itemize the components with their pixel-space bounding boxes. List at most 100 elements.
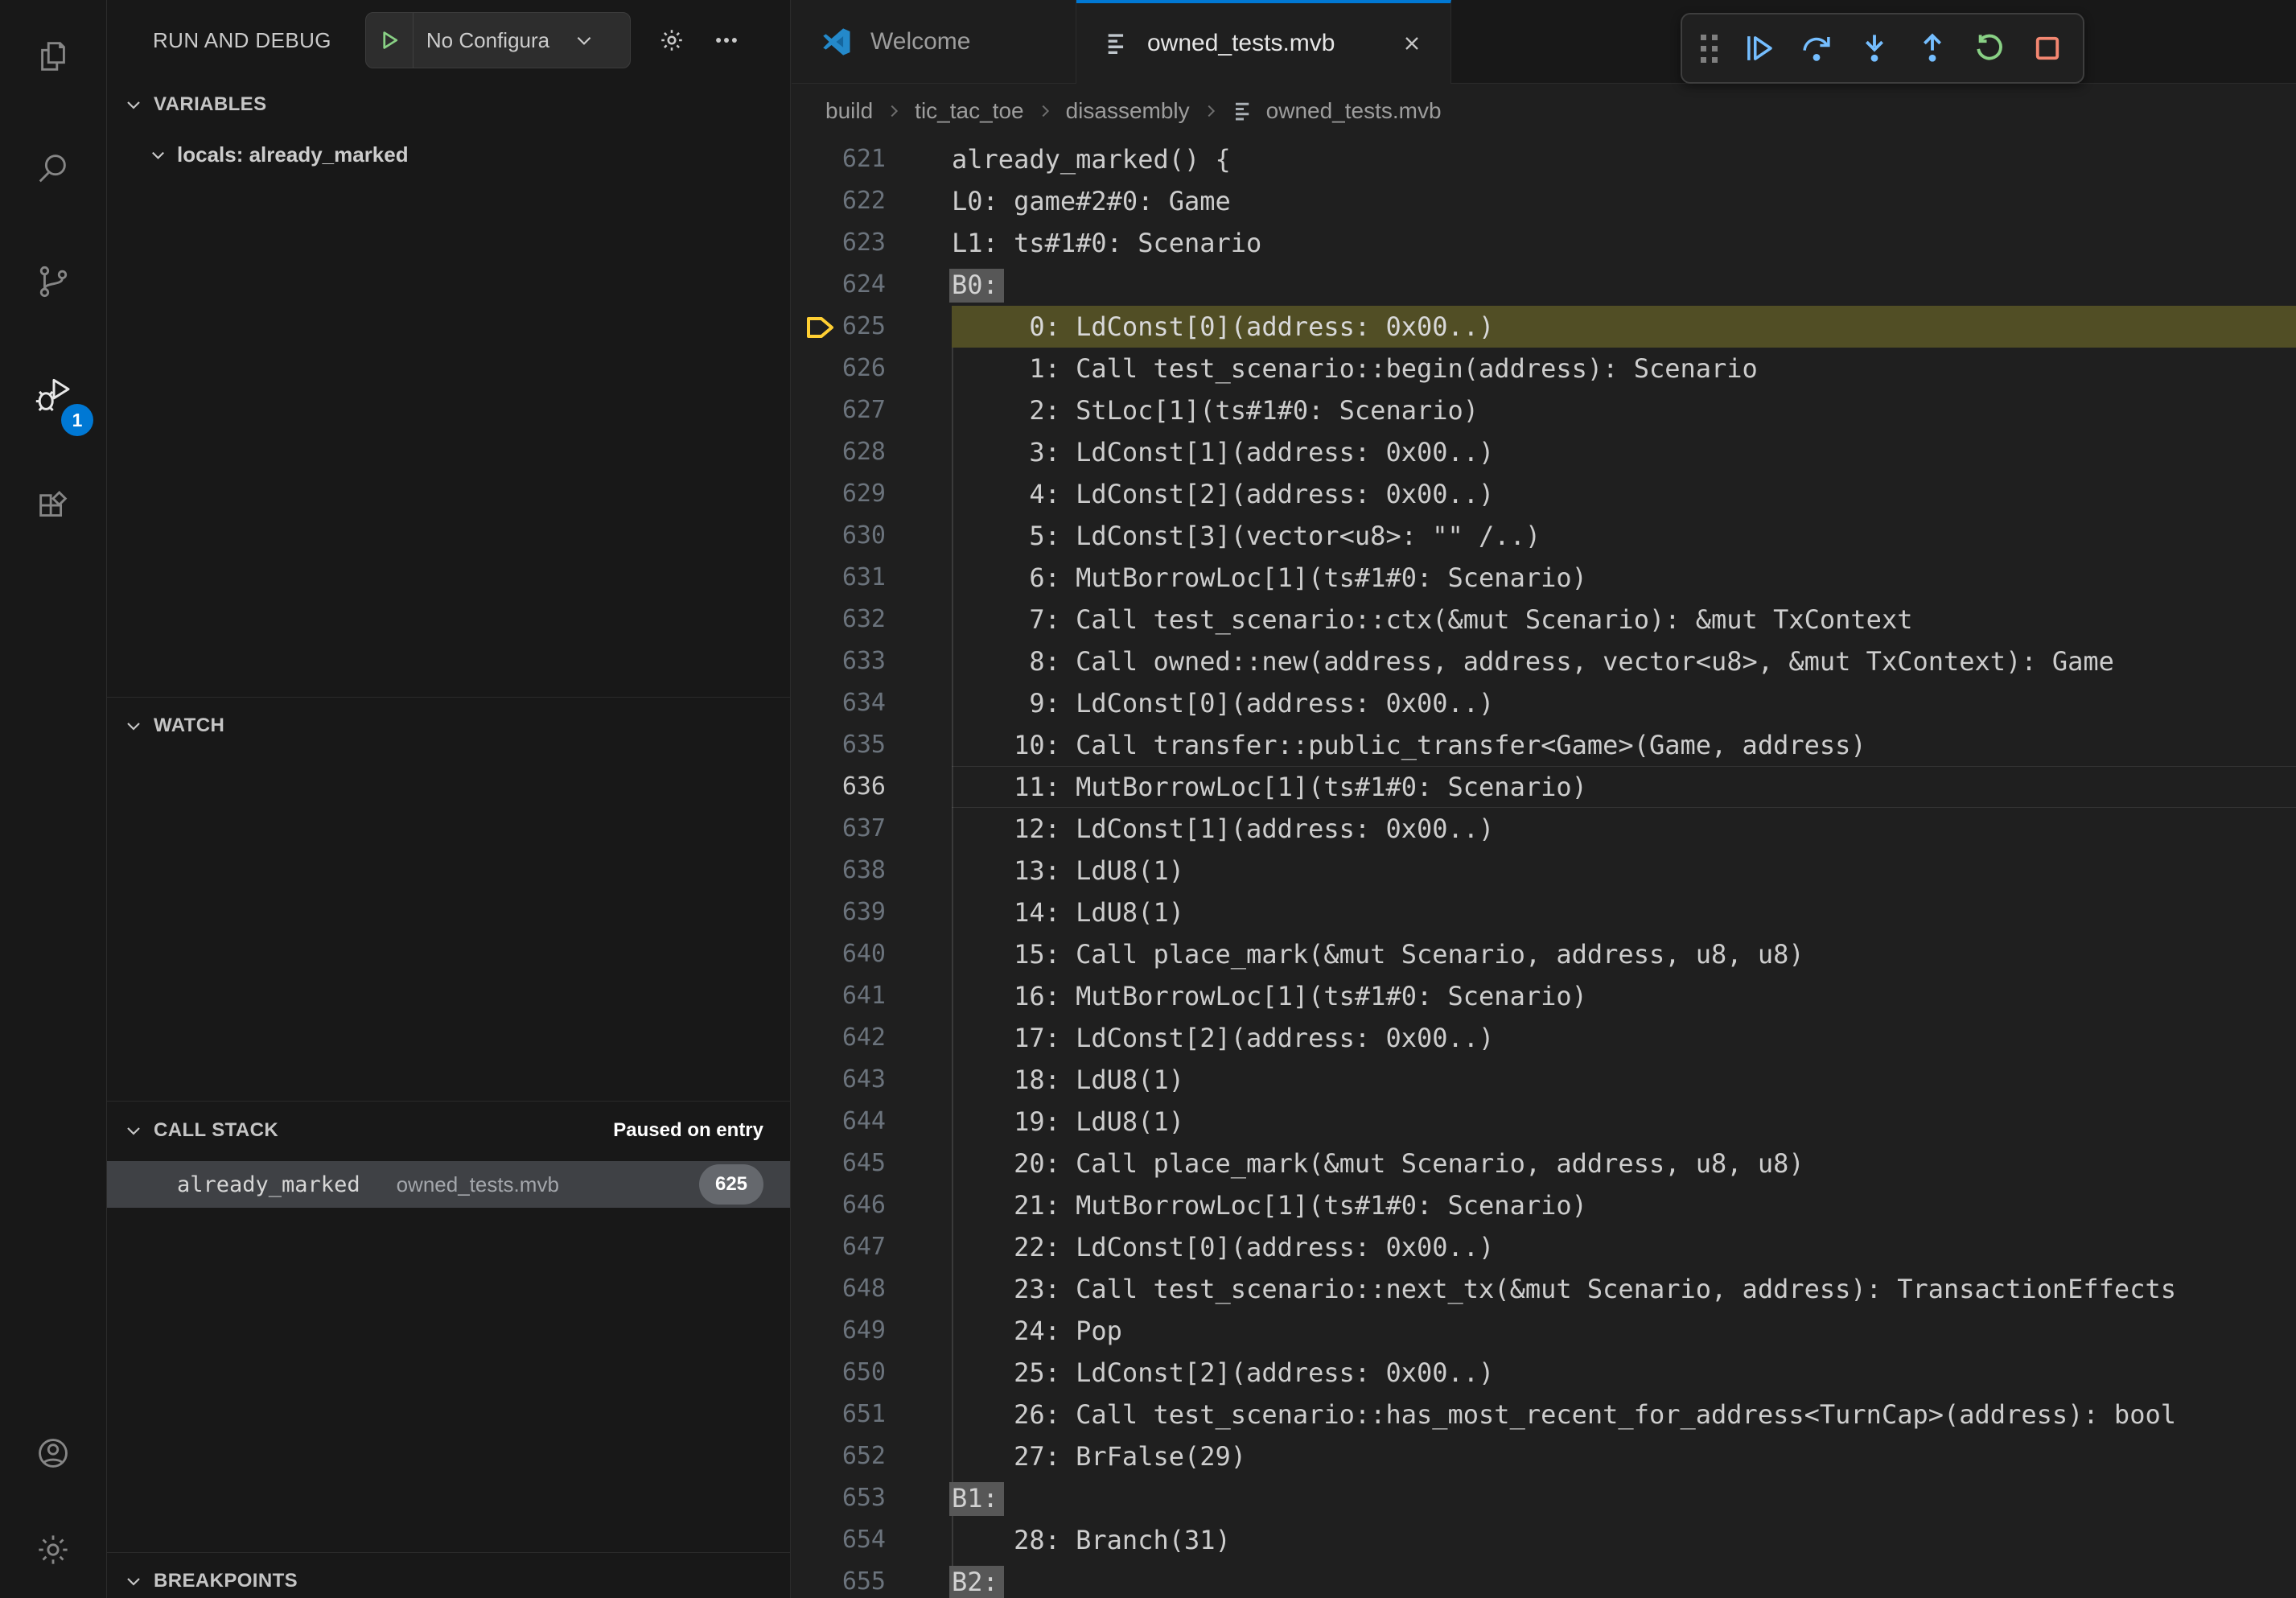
code-line[interactable]: 652 27: BrFalse(29) [792, 1435, 2296, 1477]
more-actions-icon[interactable] [713, 27, 740, 54]
close-tab-icon[interactable] [1401, 32, 1423, 55]
code-line[interactable]: 655B2: [792, 1561, 2296, 1598]
call-stack-section-header[interactable]: CALL STACK Paused on entry [107, 1102, 790, 1159]
code-line[interactable]: 653B1: [792, 1477, 2296, 1519]
line-number[interactable]: 646 [792, 1184, 952, 1226]
line-number[interactable]: 641 [792, 975, 952, 1017]
line-number[interactable]: 649 [792, 1310, 952, 1352]
step-out-button[interactable] [1903, 19, 1961, 77]
code-line[interactable]: 640 15: Call place_mark(&mut Scenario, a… [792, 933, 2296, 975]
code-line[interactable]: 647 22: LdConst[0](address: 0x00..) [792, 1226, 2296, 1268]
code-line[interactable]: 631 6: MutBorrowLoc[1](ts#1#0: Scenario) [792, 557, 2296, 599]
line-number[interactable]: 654 [792, 1519, 952, 1561]
start-debug-icon[interactable] [366, 28, 413, 52]
code-line[interactable]: 623L1: ts#1#0: Scenario [792, 222, 2296, 264]
line-number[interactable]: 648 [792, 1268, 952, 1310]
code-line[interactable]: 636 11: MutBorrowLoc[1](ts#1#0: Scenario… [792, 766, 2296, 808]
code-line[interactable]: 627 2: StLoc[1](ts#1#0: Scenario) [792, 389, 2296, 431]
watch-section-header[interactable]: WATCH [107, 700, 790, 752]
line-number[interactable]: 643 [792, 1059, 952, 1101]
extensions-icon[interactable] [0, 451, 106, 563]
code-line[interactable]: 633 8: Call owned::new(address, address,… [792, 640, 2296, 682]
code-line[interactable]: 642 17: LdConst[2](address: 0x00..) [792, 1017, 2296, 1059]
source-control-icon[interactable] [0, 225, 106, 338]
tab-welcome[interactable]: Welcome [792, 0, 1076, 83]
line-number[interactable]: 655 [792, 1561, 952, 1598]
code-editor[interactable]: 621already_marked() {622L0: game#2#0: Ga… [792, 138, 2296, 1598]
code-line[interactable]: 650 25: LdConst[2](address: 0x00..) [792, 1352, 2296, 1394]
line-number[interactable]: 632 [792, 599, 952, 640]
settings-gear-icon[interactable] [0, 1501, 106, 1598]
line-number[interactable]: 651 [792, 1394, 952, 1435]
line-number[interactable]: 653 [792, 1477, 952, 1519]
restart-button[interactable] [1961, 19, 2019, 77]
line-number[interactable]: 638 [792, 850, 952, 892]
continue-button[interactable] [1730, 19, 1788, 77]
drag-handle-icon[interactable] [1689, 24, 1730, 72]
line-number[interactable]: 621 [792, 138, 952, 180]
code-line[interactable]: 644 19: LdU8(1) [792, 1101, 2296, 1143]
breadcrumb-item[interactable]: owned_tests.mvb [1266, 98, 1442, 124]
code-line[interactable]: 624B0: [792, 264, 2296, 306]
code-line[interactable]: 651 26: Call test_scenario::has_most_rec… [792, 1394, 2296, 1435]
run-and-debug-icon[interactable]: 1 [0, 338, 106, 451]
line-number[interactable]: 635 [792, 724, 952, 766]
breadcrumb-item[interactable]: build [825, 98, 873, 124]
line-number[interactable]: 640 [792, 933, 952, 975]
line-number[interactable]: 644 [792, 1101, 952, 1143]
code-line[interactable]: 630 5: LdConst[3](vector<u8>: "" /..) [792, 515, 2296, 557]
tab-owned-tests[interactable]: owned_tests.mvb [1076, 0, 1451, 84]
variables-section-header[interactable]: VARIABLES [107, 80, 790, 129]
code-line[interactable]: 625 0: LdConst[0](address: 0x00..) [792, 306, 2296, 348]
code-line[interactable]: 629 4: LdConst[2](address: 0x00..) [792, 473, 2296, 515]
stop-button[interactable] [2018, 19, 2076, 77]
code-line[interactable]: 646 21: MutBorrowLoc[1](ts#1#0: Scenario… [792, 1184, 2296, 1226]
breadcrumb-item[interactable]: tic_tac_toe [915, 98, 1023, 124]
breadcrumb-item[interactable]: disassembly [1066, 98, 1190, 124]
line-number[interactable]: 622 [792, 180, 952, 222]
line-number[interactable]: 647 [792, 1226, 952, 1268]
line-number[interactable]: 642 [792, 1017, 952, 1059]
debug-config-dropdown[interactable]: No Configura [365, 12, 631, 68]
code-line[interactable]: 654 28: Branch(31) [792, 1519, 2296, 1561]
line-number[interactable]: 637 [792, 808, 952, 850]
code-line[interactable]: 639 14: LdU8(1) [792, 892, 2296, 933]
line-number[interactable]: 636 [792, 766, 952, 808]
line-number[interactable]: 652 [792, 1435, 952, 1477]
line-number[interactable]: 629 [792, 473, 952, 515]
code-line[interactable]: 622L0: game#2#0: Game [792, 180, 2296, 222]
code-line[interactable]: 649 24: Pop [792, 1310, 2296, 1352]
line-number[interactable]: 627 [792, 389, 952, 431]
search-icon[interactable] [0, 113, 106, 225]
line-number[interactable]: 633 [792, 640, 952, 682]
code-line[interactable]: 634 9: LdConst[0](address: 0x00..) [792, 682, 2296, 724]
line-number[interactable]: 639 [792, 892, 952, 933]
line-number[interactable]: 626 [792, 348, 952, 389]
account-icon[interactable] [0, 1405, 106, 1501]
code-line[interactable]: 643 18: LdU8(1) [792, 1059, 2296, 1101]
code-line[interactable]: 635 10: Call transfer::public_transfer<G… [792, 724, 2296, 766]
code-line[interactable]: 645 20: Call place_mark(&mut Scenario, a… [792, 1143, 2296, 1184]
debug-settings-gear-icon[interactable] [658, 27, 685, 54]
line-number[interactable]: 645 [792, 1143, 952, 1184]
step-into-button[interactable] [1845, 19, 1903, 77]
line-number[interactable]: 630 [792, 515, 952, 557]
line-number[interactable]: 625 [792, 306, 952, 348]
explorer-icon[interactable] [0, 0, 106, 113]
step-over-button[interactable] [1788, 19, 1845, 77]
line-number[interactable]: 624 [792, 264, 952, 306]
line-number[interactable]: 650 [792, 1352, 952, 1394]
line-number[interactable]: 628 [792, 431, 952, 473]
code-line[interactable]: 637 12: LdConst[1](address: 0x00..) [792, 808, 2296, 850]
variables-scope-row[interactable]: locals: already_marked [107, 129, 790, 180]
code-line[interactable]: 638 13: LdU8(1) [792, 850, 2296, 892]
code-line[interactable]: 626 1: Call test_scenario::begin(address… [792, 348, 2296, 389]
code-line[interactable]: 632 7: Call test_scenario::ctx(&mut Scen… [792, 599, 2296, 640]
line-number[interactable]: 631 [792, 557, 952, 599]
code-line[interactable]: 648 23: Call test_scenario::next_tx(&mut… [792, 1268, 2296, 1310]
line-number[interactable]: 634 [792, 682, 952, 724]
call-stack-frame-row[interactable]: already_marked owned_tests.mvb 625 [107, 1161, 790, 1208]
breakpoints-section-header[interactable]: BREAKPOINTS [107, 1555, 790, 1598]
line-number[interactable]: 623 [792, 222, 952, 264]
code-line[interactable]: 641 16: MutBorrowLoc[1](ts#1#0: Scenario… [792, 975, 2296, 1017]
